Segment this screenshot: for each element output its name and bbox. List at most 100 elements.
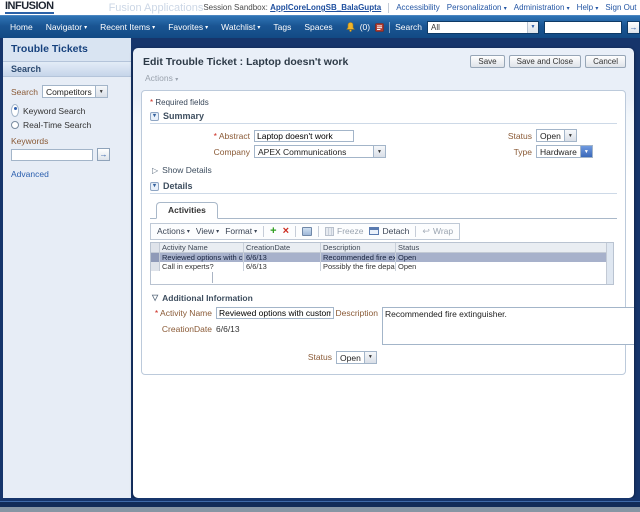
table-header-row: Activity Name CreationDate Description S… [151,243,606,253]
divider [318,226,319,237]
freeze-button: Freeze [325,226,363,236]
type-select[interactable]: Hardware ▼ [536,145,593,158]
chevron-down-icon: ▾ [504,6,507,12]
company-label: Company [150,147,250,157]
chevron-down-icon: ▾ [595,6,598,12]
alerts-count: (0) [360,22,370,32]
nav-navigator[interactable]: Navigator▾ [46,22,87,32]
column-header-status[interactable]: Status [396,243,606,252]
sidebar-search-panel-header[interactable]: Search [3,61,131,77]
creation-date-label: CreationDate [150,324,212,334]
divider [263,226,264,237]
printer-icon[interactable] [302,227,312,236]
chevron-down-icon: ▾ [216,228,219,235]
divider [295,226,296,237]
chevron-down-icon: ▼ [364,352,376,363]
chevron-down-icon: ▾ [257,24,260,31]
sidebar-search-panel: Search Competitors ▼ Keyword Search Real… [3,77,131,498]
page-title: Edit Trouble Ticket : Laptop doesn't wor… [143,56,348,68]
additional-info-form: * Activity Name CreationDate 6/6/13 Desc… [150,307,617,347]
nav-tags[interactable]: Tags [273,22,291,32]
table-row[interactable]: Call in experts? 6/6/13 Possibly the fir… [151,262,606,271]
activity-name-label: * Activity Name [150,308,212,318]
type-label: Type [480,147,532,157]
keywords-go-button[interactable]: → [97,148,110,161]
summary-section-header[interactable]: ▾ Summary [150,111,617,124]
nav-watchlist[interactable]: Watchlist▾ [221,22,260,32]
search-scope-select[interactable]: All ▼ [427,21,539,34]
global-search-label: Search [395,22,422,32]
column-header-description[interactable]: Description [321,243,396,252]
chevron-down-icon: ▾ [567,6,570,12]
row-selector[interactable] [151,262,160,271]
alerts-bell-icon[interactable] [346,22,355,32]
session-sandbox: Session Sandbox: ApplCoreLongSB_BalaGupt… [203,3,381,12]
table-row[interactable]: Reviewed options with customer 6/6/13 Re… [151,253,606,262]
infusion-logo: INFUSION [5,1,54,14]
worklist-icon[interactable] [375,23,384,32]
column-header-activity-name[interactable]: Activity Name [160,243,244,252]
cancel-button[interactable]: Cancel [585,55,626,68]
chevron-down-icon: ▾ [152,24,155,31]
row-selector[interactable] [151,253,160,262]
activity-name-input[interactable] [216,307,334,319]
details-tab-strip: Activities [150,199,617,219]
nav-spaces[interactable]: Spaces [304,22,332,32]
save-and-close-button[interactable]: Save and Close [509,55,581,68]
chevron-down-icon: ▼ [527,22,538,33]
session-sandbox-link[interactable]: ApplCoreLongSB_BalaGupta [270,3,381,12]
table-view-menu[interactable]: View▾ [196,226,219,236]
wrap-button: ↩ Wrap [422,226,453,237]
accessibility-link[interactable]: Accessibility [396,3,440,12]
advanced-search-link[interactable]: Advanced [11,169,123,179]
required-fields-note: * Required fields [150,98,617,107]
table-format-menu[interactable]: Format▾ [225,226,257,236]
divider [389,22,390,33]
radio-keyword-search[interactable]: Keyword Search [11,104,123,117]
search-scope-dropdown[interactable]: Competitors ▼ [42,85,108,98]
save-button[interactable]: Save [470,55,504,68]
horizontal-scrollbar[interactable] [151,272,213,283]
administration-menu[interactable]: Administration ▾ [514,3,570,12]
expand-right-icon: ▷ [152,166,158,175]
help-menu[interactable]: Help ▾ [577,3,599,12]
keywords-input[interactable] [11,149,93,161]
tab-activities[interactable]: Activities [156,202,218,219]
column-header-creation-date[interactable]: CreationDate [244,243,321,252]
nav-recent-items[interactable]: Recent Items▾ [100,22,155,32]
main-navbar: Home Navigator▾ Recent Items▾ Favorites▾… [0,15,640,38]
radio-button-icon [11,121,19,129]
show-details-toggle[interactable]: ▷ Show Details [152,165,617,175]
main-header: Edit Trouble Ticket : Laptop doesn't wor… [133,48,634,68]
detach-button[interactable]: Detach [369,226,409,236]
search-go-button[interactable]: → [627,21,640,34]
description-textarea[interactable]: Recommended fire extinguisher. [382,307,634,345]
add-row-icon[interactable]: + [270,226,276,236]
vertical-scrollbar[interactable] [606,243,613,284]
nav-favorites[interactable]: Favorites▾ [168,22,208,32]
status-select[interactable]: Open ▼ [536,129,577,142]
global-search-input[interactable] [544,21,622,34]
activity-status-select[interactable]: Open ▼ [336,351,377,364]
activities-table: Activity Name CreationDate Description S… [150,242,614,285]
details-section-header[interactable]: ▾ Details [150,181,617,194]
table-actions-menu[interactable]: Actions▾ [157,226,190,236]
divider [388,3,389,13]
company-select[interactable]: APEX Communications ▼ [254,145,386,158]
activities-toolbar: Actions▾ View▾ Format▾ + × Freeze [150,223,460,240]
description-label: Description [334,307,378,347]
chevron-down-icon: ▾ [205,24,208,31]
global-header: INFUSION Fusion Applications Session San… [0,0,640,15]
radio-realtime-search[interactable]: Real-Time Search [11,120,123,130]
sidebar-title: Trouble Tickets [3,38,131,61]
personalization-menu[interactable]: Personalization ▾ [447,3,507,12]
keywords-label: Keywords [11,136,123,146]
abstract-input[interactable] [254,130,354,142]
chevron-down-icon: ▼ [564,130,576,141]
actions-menu[interactable]: Actions ▾ [133,68,634,90]
additional-info-header[interactable]: ▽ Additional Information [152,293,617,303]
nav-home[interactable]: Home [10,22,33,32]
sign-out-link[interactable]: Sign Out [605,3,636,12]
delete-row-icon[interactable]: × [283,226,289,236]
freeze-icon [325,227,334,236]
